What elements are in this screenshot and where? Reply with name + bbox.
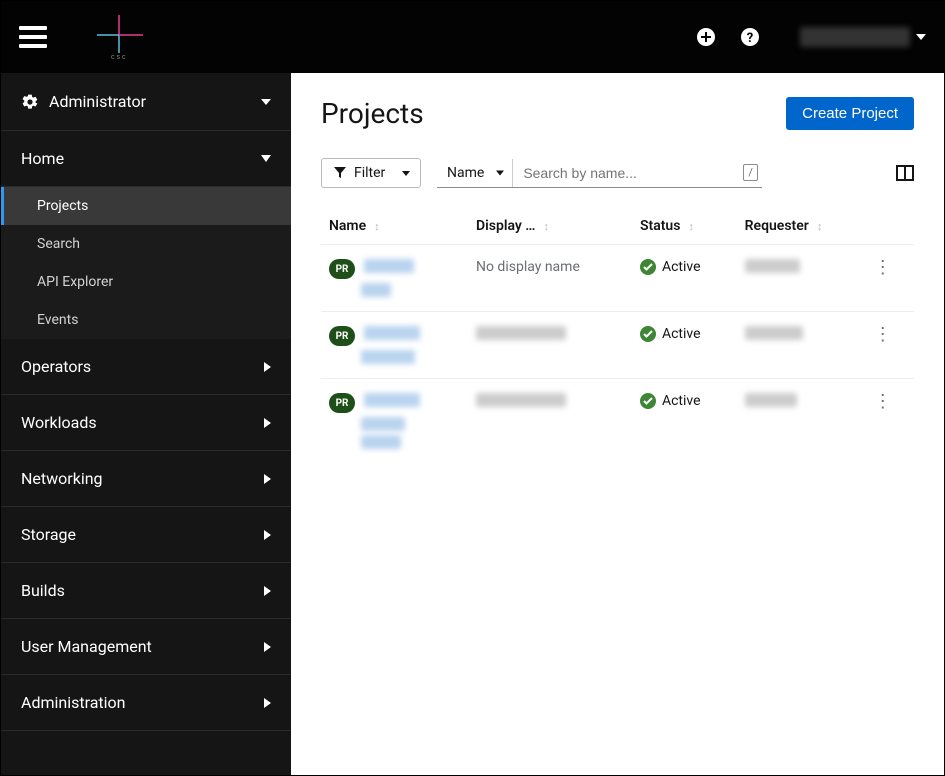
nav-group-networking[interactable]: Networking <box>1 451 291 507</box>
sort-icon: ↕ <box>374 220 380 233</box>
sort-icon: ↕ <box>688 220 694 233</box>
chevron-down-icon <box>261 155 271 162</box>
nav-group-home[interactable]: Home <box>1 131 291 187</box>
nav-group-administration[interactable]: Administration <box>1 675 291 731</box>
nav-item-search[interactable]: Search <box>1 225 291 263</box>
project-badge: PR <box>329 393 355 413</box>
chevron-right-icon <box>264 362 271 372</box>
menu-toggle-icon[interactable] <box>19 26 47 48</box>
nav-group-builds[interactable]: Builds <box>1 563 291 619</box>
sort-icon: ↕ <box>817 220 823 233</box>
app-root: csc ? Administrator Home <box>0 0 945 776</box>
page-header: Projects Create Project <box>321 97 914 130</box>
chevron-right-icon <box>264 474 271 484</box>
add-icon[interactable] <box>696 27 716 47</box>
svg-text:?: ? <box>747 31 753 46</box>
cell-status: Active <box>632 379 737 464</box>
chevron-right-icon <box>264 530 271 540</box>
gear-icon <box>21 93 39 111</box>
row-actions-kebab[interactable]: ⋮ <box>873 326 893 344</box>
project-badge: PR <box>329 259 355 279</box>
projects-table: Name↕ Display …↕ Status↕ Requester↕ PR <box>321 208 914 463</box>
cell-display: No display name <box>468 245 632 312</box>
table-row: PR Active ⋮ <box>321 312 914 379</box>
main-content: Projects Create Project Filter Name / <box>291 73 944 776</box>
chevron-right-icon <box>264 586 271 596</box>
search-field-dropdown[interactable]: Name <box>437 159 513 187</box>
nav-group-workloads[interactable]: Workloads <box>1 395 291 451</box>
search-combo: Name / <box>437 159 762 188</box>
cell-requester <box>737 245 865 312</box>
table-header-row: Name↕ Display …↕ Status↕ Requester↕ <box>321 208 914 245</box>
col-header-requester[interactable]: Requester↕ <box>737 208 865 245</box>
nav-item-events[interactable]: Events <box>1 301 291 339</box>
cell-status: Active <box>632 245 737 312</box>
chevron-right-icon <box>264 642 271 652</box>
chevron-down-icon <box>916 34 926 40</box>
page-title: Projects <box>321 97 786 130</box>
table-row: PR Active ⋮ <box>321 379 914 464</box>
row-actions-kebab[interactable]: ⋮ <box>873 393 893 411</box>
toolbar: Filter Name / <box>321 158 914 188</box>
perspective-label: Administrator <box>49 92 146 111</box>
chevron-right-icon <box>264 698 271 708</box>
col-header-display[interactable]: Display …↕ <box>468 208 632 245</box>
logo-text: csc <box>111 54 128 61</box>
table-row: PR No display name Active ⋮ <box>321 245 914 312</box>
col-header-status[interactable]: Status↕ <box>632 208 737 245</box>
chevron-right-icon <box>264 418 271 428</box>
chevron-down-icon <box>496 170 504 175</box>
cell-name[interactable]: PR <box>321 379 468 464</box>
columns-icon[interactable] <box>896 164 914 182</box>
chevron-down-icon <box>261 99 271 105</box>
nav-group-operators[interactable]: Operators <box>1 339 291 395</box>
check-circle-icon <box>640 393 656 409</box>
chevron-down-icon <box>402 171 410 176</box>
check-circle-icon <box>640 259 656 275</box>
nav-group-storage[interactable]: Storage <box>1 507 291 563</box>
sidebar: Administrator Home Projects Search API E… <box>1 73 291 776</box>
nav-group-user-management[interactable]: User Management <box>1 619 291 675</box>
filter-dropdown[interactable]: Filter <box>321 158 421 188</box>
cell-name[interactable]: PR <box>321 312 468 379</box>
help-icon[interactable]: ? <box>740 27 760 47</box>
topbar: csc ? <box>1 1 944 73</box>
user-menu[interactable] <box>800 27 926 47</box>
brand-logo: csc <box>89 13 149 61</box>
nav-item-api-explorer[interactable]: API Explorer <box>1 263 291 301</box>
nav-sub-home: Projects Search API Explorer Events <box>1 187 291 339</box>
row-actions-kebab[interactable]: ⋮ <box>873 259 893 277</box>
username-redacted <box>800 27 910 47</box>
nav-group-label: Home <box>21 149 64 168</box>
perspective-switcher[interactable]: Administrator <box>1 73 291 131</box>
filter-label: Filter <box>354 165 385 181</box>
filter-icon <box>334 167 346 179</box>
cell-requester <box>737 379 865 464</box>
cell-display <box>468 379 632 464</box>
keyboard-shortcut-hint: / <box>743 164 758 181</box>
nav-item-projects[interactable]: Projects <box>1 187 291 225</box>
cell-status: Active <box>632 312 737 379</box>
cell-name[interactable]: PR <box>321 245 468 312</box>
col-header-name[interactable]: Name↕ <box>321 208 468 245</box>
check-circle-icon <box>640 326 656 342</box>
cell-requester <box>737 312 865 379</box>
create-project-button[interactable]: Create Project <box>786 97 914 130</box>
search-input[interactable] <box>513 159 743 187</box>
body: Administrator Home Projects Search API E… <box>1 73 944 776</box>
project-badge: PR <box>329 326 355 346</box>
sort-icon: ↕ <box>543 220 549 233</box>
cell-display <box>468 312 632 379</box>
